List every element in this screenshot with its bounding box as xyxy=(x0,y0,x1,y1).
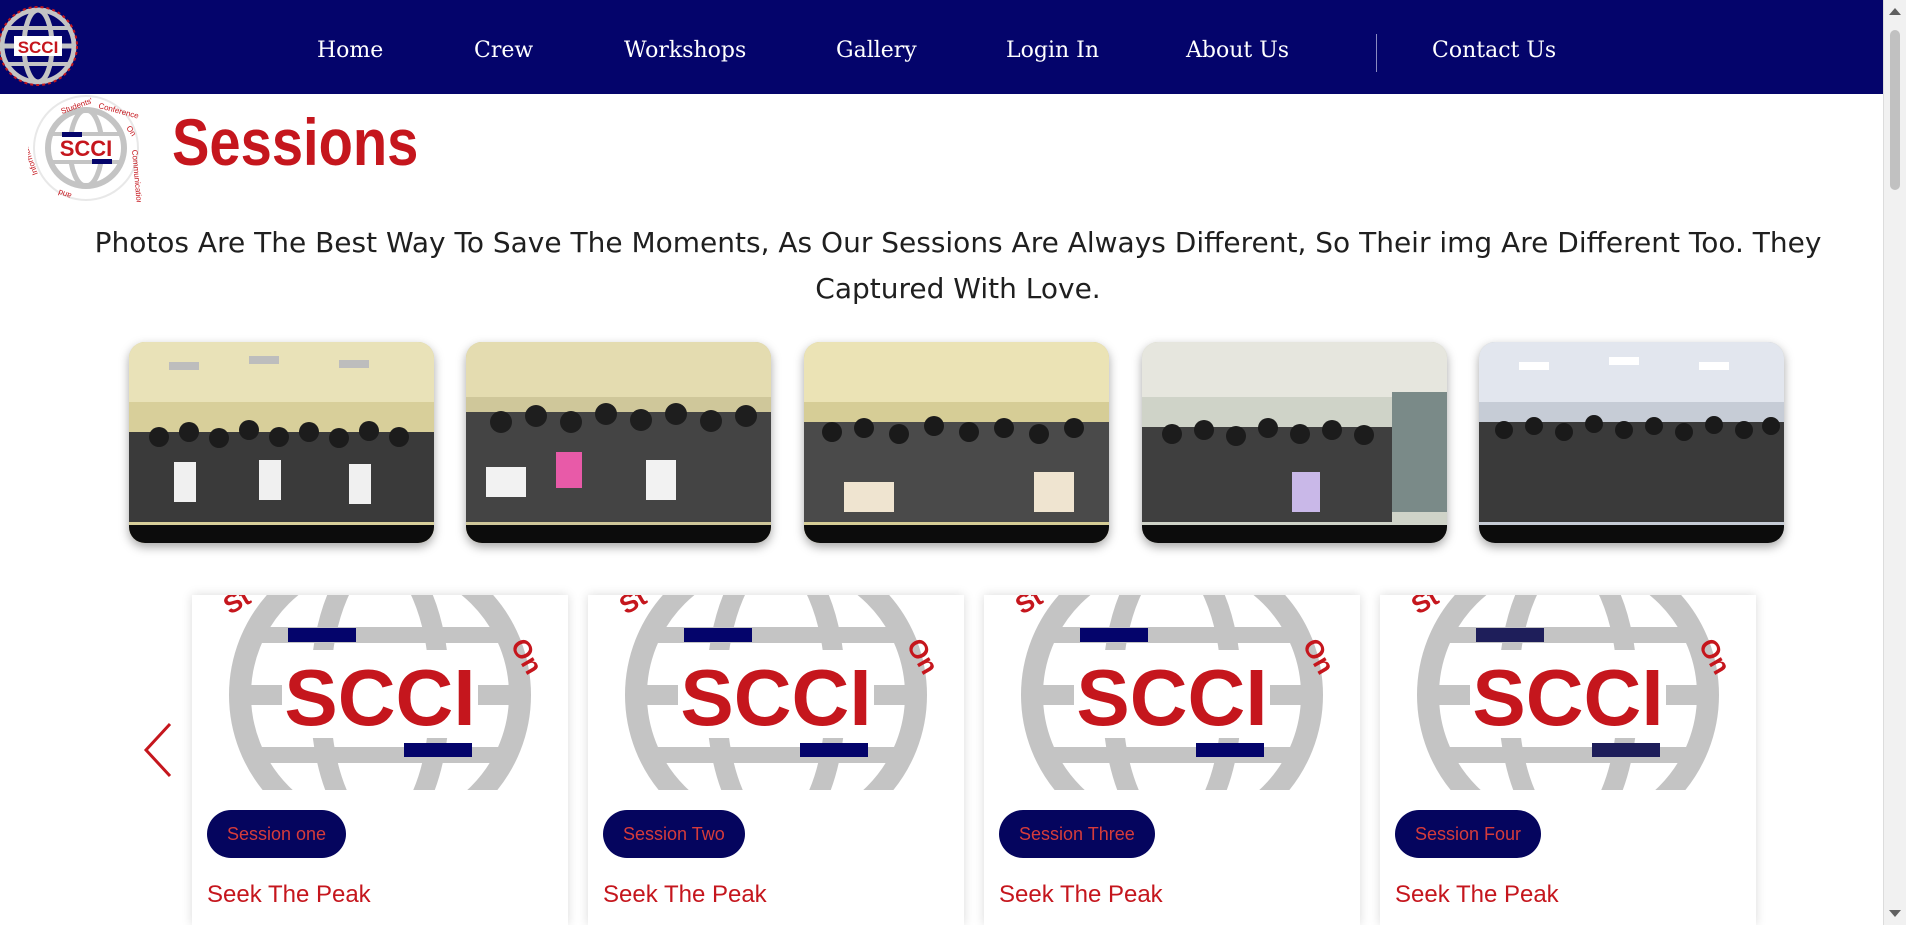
section-logo-text: SCCI xyxy=(60,136,113,161)
nav-home-link[interactable]: Home xyxy=(317,38,383,63)
session-card[interactable]: SCCI St On Session Two Seek The Peak xyxy=(588,595,964,925)
card-logo-image: SCCI St On xyxy=(192,595,568,790)
svg-text:St: St xyxy=(1406,595,1444,620)
section-logo: SCCI Students' Conference On Communicati… xyxy=(18,94,144,206)
nav-contact-link[interactable]: Contact Us xyxy=(1432,38,1556,63)
nav-logo[interactable]: SCCI xyxy=(0,2,80,90)
session-badge[interactable]: Session one xyxy=(207,810,347,858)
svg-text:St: St xyxy=(614,595,652,620)
card-logo-text: SCCI xyxy=(284,653,475,742)
logo-ring-word-4: Communication xyxy=(130,149,144,202)
nav-logo-text: SCCI xyxy=(18,38,59,57)
nav-crew-link[interactable]: Crew xyxy=(474,38,533,63)
gallery-photo[interactable] xyxy=(129,342,434,543)
card-logo-image: SCCI St On xyxy=(588,595,964,790)
card-logo-text: SCCI xyxy=(1472,653,1663,742)
session-card[interactable]: SCCI St On Session Three Seek The Peak xyxy=(984,595,1360,925)
carousel-prev-button[interactable] xyxy=(136,718,180,782)
page-scrollbar[interactable] xyxy=(1883,0,1906,925)
card-logo-image: SCCI St On xyxy=(984,595,1360,790)
page-title: Sessions xyxy=(172,105,419,179)
session-title[interactable]: Seek The Peak xyxy=(207,881,371,909)
nav-about-link[interactable]: About Us xyxy=(1186,38,1289,63)
session-title[interactable]: Seek The Peak xyxy=(999,881,1163,909)
svg-text:St: St xyxy=(218,595,256,620)
gallery-photo[interactable] xyxy=(1142,342,1447,543)
session-badge[interactable]: Session Four xyxy=(1395,810,1542,858)
card-logo-text: SCCI xyxy=(1076,653,1267,742)
session-badge[interactable]: Session Two xyxy=(603,810,745,858)
card-logo-image: SCCI St On xyxy=(1380,595,1756,790)
session-badge[interactable]: Session Three xyxy=(999,810,1155,858)
gallery-photo[interactable] xyxy=(804,342,1109,543)
session-card[interactable]: SCCI St On Session one Seek The Peak xyxy=(192,595,568,925)
svg-text:St: St xyxy=(1010,595,1048,620)
nav-gallery-link[interactable]: Gallery xyxy=(836,38,917,63)
intro-text: Photos Are The Best Way To Save The Mome… xyxy=(94,226,1822,305)
nav-divider xyxy=(1376,34,1377,72)
nav-workshops-link[interactable]: Workshops xyxy=(624,38,746,63)
chevron-left-icon xyxy=(143,722,172,778)
nav-login-link[interactable]: Login In xyxy=(1006,38,1099,63)
gallery-photo[interactable] xyxy=(1479,342,1784,543)
scroll-thumb[interactable] xyxy=(1890,30,1900,190)
session-title[interactable]: Seek The Peak xyxy=(603,881,767,909)
gallery-photo[interactable] xyxy=(466,342,771,543)
card-logo-text: SCCI xyxy=(680,653,871,742)
session-card[interactable]: SCCI St On Session Four Seek The Peak xyxy=(1380,595,1756,925)
session-title[interactable]: Seek The Peak xyxy=(1395,881,1559,909)
scroll-up-icon[interactable] xyxy=(1889,8,1901,15)
top-navbar: SCCI Home Crew Workshops Gallery Login I… xyxy=(0,0,1884,94)
scroll-down-icon[interactable] xyxy=(1889,910,1901,917)
